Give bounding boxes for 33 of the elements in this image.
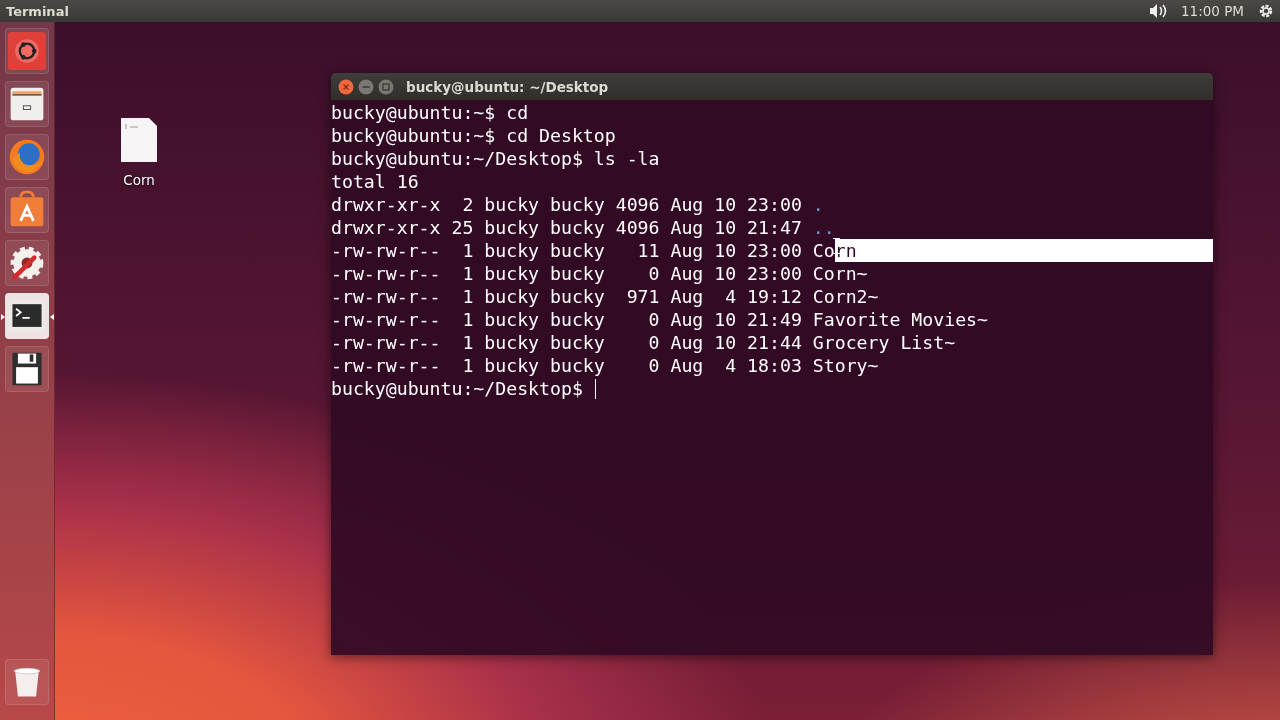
document-icon[interactable] <box>121 118 157 162</box>
terminal-line: total 16 <box>331 170 419 193</box>
launcher-item[interactable] <box>5 187 49 233</box>
browser-icon <box>7 137 47 177</box>
directory-name: . <box>812 193 824 216</box>
settings-icon[interactable] <box>1258 3 1274 19</box>
launcher-item[interactable] <box>5 346 49 392</box>
file-label[interactable]: Corn <box>123 172 155 188</box>
terminal-line: -rw-rw-r-- 1 bucky bucky 11 Aug 10 23:00 Co <box>331 239 835 262</box>
terminal-line: -rw-rw-r-- 1 bucky bucky 0 Aug 10 21:49 Favorite Movies~ <box>331 308 988 331</box>
i-beam-cursor-icon <box>833 238 840 254</box>
terminal-line: bucky@ubuntu:~$ cd <box>331 101 529 124</box>
terminal-line: bucky@ubuntu:~/Desktop$ ls -la <box>331 147 660 170</box>
minimize-button[interactable] <box>358 78 374 95</box>
terminal-line: -rw-rw-r-- 1 bucky bucky 0 Aug 10 21:44 Grocery List~ <box>331 331 956 354</box>
terminal-line: bucky@ubuntu:~$ cd Desktop <box>331 124 616 147</box>
terminal-line: -rw-rw-r-- 1 bucky bucky 971 Aug 4 19:12 Corn2~ <box>331 285 879 308</box>
terminal-line: -rw-rw-r-- 1 bucky bucky 0 Aug 4 18:03 Story~ <box>331 354 879 377</box>
directory-name: .. <box>812 216 835 239</box>
terminal-line: bucky@ubuntu:~/Desktop$ <box>331 377 584 400</box>
clock[interactable]: 11:00 PM <box>1181 3 1244 19</box>
volume-icon[interactable] <box>1149 3 1169 19</box>
selected-text: rn <box>834 239 1213 262</box>
dash-logo-icon <box>7 31 47 71</box>
close-button[interactable] <box>338 78 354 95</box>
terminal-line: drwxr-xr-x 25 bucky bucky 4096 Aug 10 21:47 <box>331 216 803 239</box>
launcher-item[interactable] <box>5 81 49 127</box>
terminal-line: -rw-rw-r-- 1 bucky bucky 0 Aug 10 23:00 Corn~ <box>331 262 868 285</box>
maximize-button[interactable] <box>378 78 394 95</box>
window-title: bucky@ubuntu: ~/Desktop <box>406 78 609 95</box>
launcher-item[interactable] <box>5 240 49 286</box>
terminal-line: drwxr-xr-x 2 bucky bucky 4096 Aug 10 23:00 <box>331 193 803 216</box>
app-title: Terminal <box>6 3 69 19</box>
